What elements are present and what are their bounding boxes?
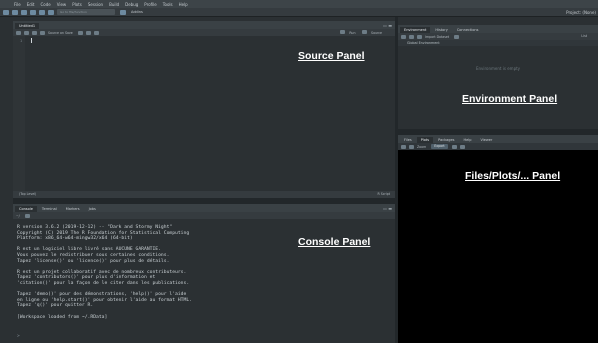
print-icon[interactable] (48, 9, 54, 15)
previous-plot-icon[interactable] (401, 144, 406, 149)
environment-tabstrip: Environment History Connections (398, 25, 598, 33)
console-path-bar: ~/ (13, 212, 395, 219)
source-tabstrip: Untitled1 ▭ ▬ (13, 21, 395, 29)
scope-indicator[interactable]: (Top Level) (19, 192, 36, 196)
main-toolbar: Go to file/function Addins Project: (Non… (0, 8, 598, 17)
console-prompt[interactable]: > (17, 334, 20, 339)
menu-session[interactable]: Session (88, 2, 103, 7)
console-panel-label: Console Panel (298, 236, 371, 248)
files-plots-pane: Files Plots Packages Help Viewer Zoom Ex… (398, 135, 598, 343)
list-view-button[interactable]: List (581, 34, 587, 38)
next-plot-icon[interactable] (409, 144, 414, 149)
run-button[interactable]: Run (349, 31, 355, 35)
pane-window-controls-icon[interactable]: ▭ ▬ (383, 23, 392, 28)
source-status-bar: (Top Level) R Script (13, 191, 395, 198)
remove-plot-icon[interactable] (451, 144, 457, 149)
forward-arrow-icon[interactable] (24, 30, 29, 35)
back-arrow-icon[interactable] (16, 30, 21, 35)
broom-icon[interactable] (454, 34, 460, 39)
console-pane: Console Terminal Markers Jobs ▭ ▬ ~/ R v… (13, 204, 395, 343)
menu-build[interactable]: Build (109, 2, 119, 7)
line-gutter (13, 36, 25, 198)
clear-plots-icon[interactable] (459, 144, 465, 149)
menu-tools[interactable]: Tools (163, 2, 173, 7)
environment-empty-message: Environment is empty (475, 66, 521, 71)
menu-code[interactable]: Code (40, 2, 50, 7)
menu-plots[interactable]: Plots (72, 2, 82, 7)
menu-file[interactable]: File (14, 2, 21, 7)
save-workspace-icon[interactable] (409, 34, 414, 39)
search-icon[interactable] (77, 30, 83, 35)
menu-help[interactable]: Help (179, 2, 188, 7)
show-in-window-icon[interactable] (32, 30, 37, 35)
console-tabstrip: Console Terminal Markers Jobs ▭ ▬ (13, 204, 395, 212)
environment-panel-label: Environment Panel (462, 93, 558, 105)
export-button[interactable]: Export (431, 144, 448, 149)
working-directory: ~/ (16, 213, 20, 218)
open-file-icon[interactable] (21, 9, 27, 15)
code-tools-icon[interactable] (85, 30, 91, 35)
environment-scope-select[interactable]: Global Environment (398, 40, 598, 46)
goto-file-input[interactable]: Go to file/function (57, 9, 115, 15)
workspace-panes-icon[interactable] (120, 9, 126, 15)
import-dataset-button[interactable]: Import Dataset (425, 35, 449, 39)
file-type-indicator[interactable]: R Script (378, 191, 390, 198)
menu-edit[interactable]: Edit (27, 2, 35, 7)
project-menu[interactable]: Project: (None) (566, 10, 596, 15)
files-tabstrip: Files Plots Packages Help Viewer (398, 135, 598, 143)
save-all-icon[interactable] (39, 9, 45, 15)
plots-toolbar: Zoom Export (398, 143, 598, 150)
menu-view[interactable]: View (57, 2, 67, 7)
run-arrow-icon (340, 30, 346, 34)
new-file-icon[interactable] (3, 9, 9, 15)
source-button[interactable]: Source (371, 31, 382, 35)
menu-profile[interactable]: Profile (144, 2, 156, 7)
save-icon[interactable] (30, 9, 36, 15)
environment-toolbar: Import Dataset List (398, 33, 598, 40)
source-toolbar: Source on Save Run Source (13, 29, 395, 36)
left-margin (0, 17, 13, 343)
import-dataset-icon (417, 34, 422, 39)
source-pane: Untitled1 ▭ ▬ Source on Save Run Source … (13, 21, 395, 198)
notebook-icon[interactable] (93, 30, 99, 35)
menu-bar: File Edit Code View Plots Session Build … (0, 0, 598, 8)
new-project-icon[interactable] (12, 9, 18, 15)
menu-debug[interactable]: Debug (125, 2, 138, 7)
addins-menu[interactable]: Addins (131, 10, 143, 14)
zoom-button[interactable]: Zoom (417, 145, 426, 149)
go-to-directory-icon[interactable] (24, 213, 30, 218)
pane-window-controls-icon[interactable]: ▭ ▬ (383, 206, 392, 211)
environment-pane: Environment History Connections Import D… (398, 25, 598, 129)
source-panel-label: Source Panel (298, 50, 365, 62)
files-panel-label: Files/Plots/... Panel (465, 170, 561, 182)
save-icon[interactable] (40, 30, 45, 35)
load-workspace-icon[interactable] (401, 34, 406, 39)
line-number: 1 (20, 39, 23, 43)
source-on-save-checkbox[interactable]: Source on Save (48, 31, 73, 35)
rerun-icon[interactable] (361, 30, 367, 34)
console-output: R version 3.6.2 (2019-12-12) -- "Dark an… (17, 225, 192, 320)
